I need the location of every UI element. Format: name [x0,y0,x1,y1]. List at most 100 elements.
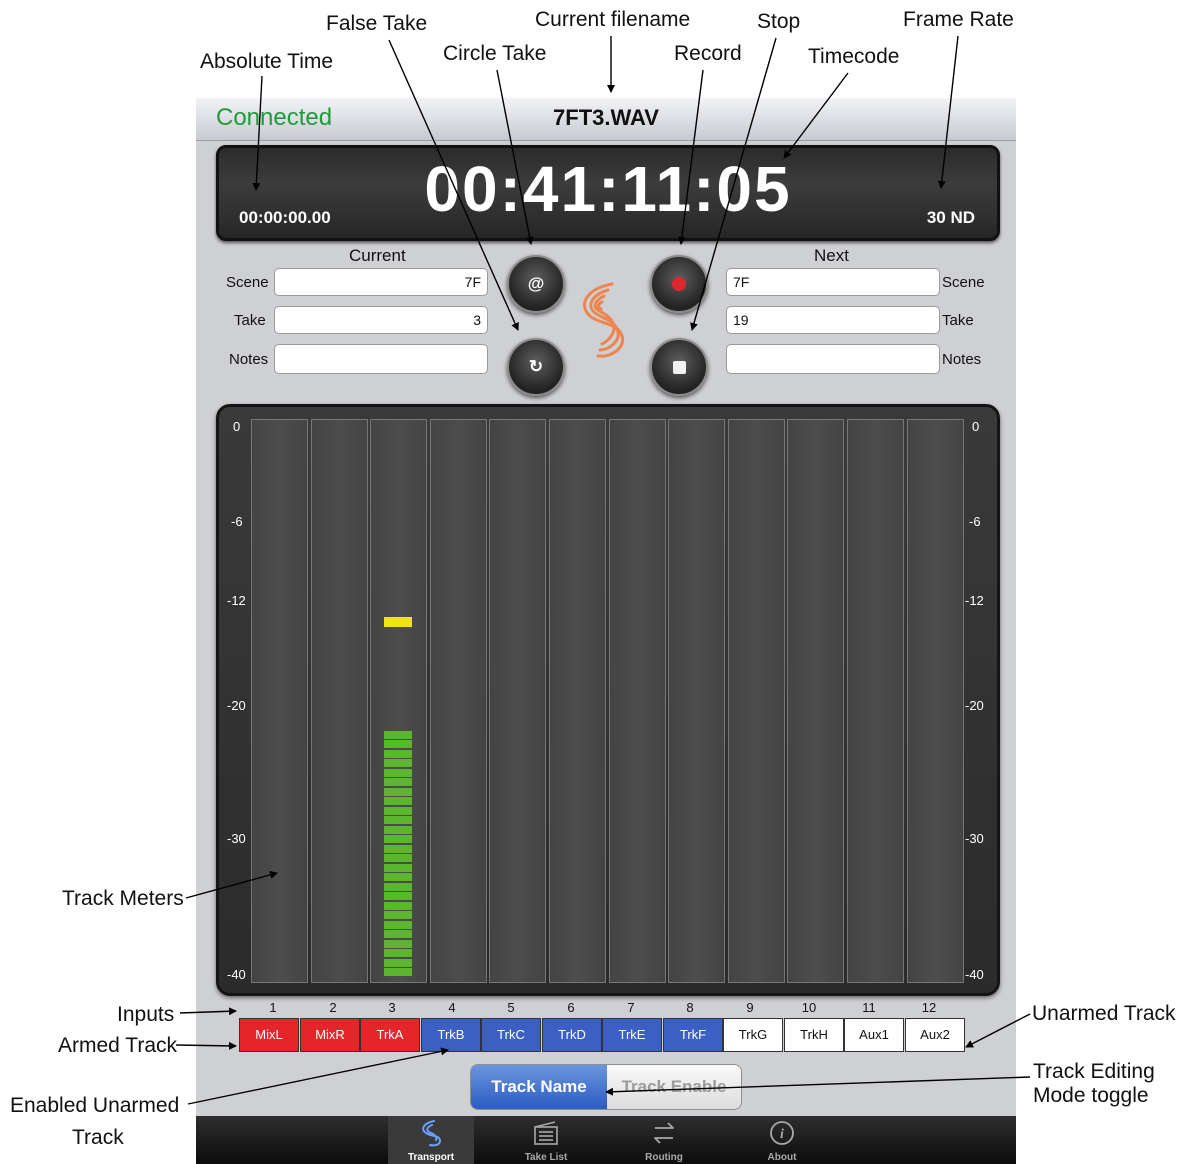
scale-right-6: -6 [969,514,981,529]
tab-transport-label: Transport [407,1152,455,1163]
false-take-button[interactable]: ↻ [507,338,565,396]
meter-level-segment [384,892,412,900]
tab-routing-label: Routing [645,1152,683,1163]
track-button-trkd[interactable]: TrkD [542,1018,602,1052]
track-meter-11 [847,419,904,983]
track-button-trka[interactable]: TrkA [360,1018,420,1052]
stop-button[interactable] [650,338,708,396]
track-name-segment[interactable]: Track Name [471,1065,607,1109]
current-take-field[interactable]: 3 [274,306,488,334]
input-number-8: 8 [686,1000,694,1015]
scale-right-40: -40 [965,967,984,982]
current-notes-label: Notes [229,351,269,368]
meter-level-segment [384,968,412,976]
callout-unarmed-track: Unarmed Track [1032,1002,1176,1025]
top-bar: Connected 7FT3.WAV [196,98,1016,141]
callout-track-meters: Track Meters [62,887,184,910]
track-button-trkh[interactable]: TrkH [784,1018,844,1052]
callout-absolute-time: Absolute Time [200,50,334,73]
next-take-field[interactable]: 19 [726,306,940,334]
record-button[interactable] [650,255,708,313]
scale-left-20: -20 [227,698,246,713]
callout-false-take: False Take [326,12,428,35]
input-number-5: 5 [507,1000,515,1015]
next-scene-field[interactable]: 7F [726,268,940,296]
scale-left-40: -40 [227,967,246,982]
circle-take-icon: @ [527,274,545,293]
track-button-mixl[interactable]: MixL [239,1018,299,1052]
track-enable-segment[interactable]: Track Enable [607,1065,741,1109]
track-button-aux2[interactable]: Aux2 [905,1018,965,1052]
meter-level-segment [384,920,412,929]
meter-level-segment [384,939,412,948]
meter-level-segment [384,730,412,739]
track-editing-mode-toggle[interactable]: Track Name Track Enable [470,1064,742,1110]
current-scene-label: Scene [226,274,269,291]
track-meter-4 [430,419,487,983]
next-take-label: Take [942,312,974,329]
routing-icon [654,1122,674,1144]
track-button-trkc[interactable]: TrkC [481,1018,541,1052]
track-meter-9 [728,419,785,983]
current-notes-field[interactable] [274,344,488,374]
next-notes-label: Notes [942,351,982,368]
meter-level-segment [384,825,412,834]
input-number-10: 10 [801,1000,817,1015]
callout-track-editing-2: Mode toggle [1033,1084,1149,1107]
false-take-icon: ↻ [528,357,544,376]
current-heading: Current [349,246,406,265]
input-number-1: 1 [269,1000,277,1015]
track-meter-5 [489,419,546,983]
tab-bar: Transport Take List Routing i About [196,1116,1016,1164]
next-scene-label: Scene [942,274,985,291]
track-button-trkg[interactable]: TrkG [723,1018,783,1052]
tab-about[interactable]: i About [739,1116,825,1164]
input-number-4: 4 [448,1000,456,1015]
stop-icon [672,360,686,374]
tab-about-label: About [767,1152,797,1163]
tab-take-list[interactable]: Take List [503,1116,589,1164]
scale-left-30: -30 [227,831,246,846]
meter-level-segment [384,835,412,843]
meter-level-segment [384,882,412,891]
meter-level-segment [384,816,412,824]
track-meter-2 [311,419,368,983]
current-take-label: Take [234,312,266,329]
track-button-trke[interactable]: TrkE [602,1018,662,1052]
callout-record: Record [674,42,742,65]
track-meter-1 [251,419,308,983]
callout-enabled-unarmed-1: Enabled Unarmed [10,1094,180,1117]
track-meter-7 [609,419,666,983]
timecode-display: 00:41:11:05 [424,153,792,225]
take-list-icon [534,1121,558,1145]
meter-level-segment [384,844,412,853]
track-button-trkb[interactable]: TrkB [421,1018,481,1052]
meter-level-segment [384,768,412,777]
tab-routing[interactable]: Routing [621,1116,707,1164]
callout-current-filename: Current filename [535,8,691,31]
track-meter-12 [907,419,964,983]
meter-level-segment [384,901,412,910]
track-button-aux1[interactable]: Aux1 [844,1018,904,1052]
callout-track-editing-1: Track Editing [1033,1060,1155,1083]
next-notes-field[interactable] [726,344,940,374]
meter-level-segment [384,930,412,938]
callout-armed-track: Armed Track [58,1034,178,1057]
meter-level-segment [384,958,412,967]
track-button-trkf[interactable]: TrkF [663,1018,723,1052]
track-meter-6 [549,419,606,983]
track-meter-3 [370,419,427,983]
input-number-3: 3 [388,1000,396,1015]
meter-level-segment [384,740,412,748]
circle-take-button[interactable]: @ [507,255,565,313]
input-number-7: 7 [627,1000,635,1015]
tab-transport[interactable]: Transport [388,1116,474,1164]
frame-rate: 30 ND [926,208,975,227]
track-button-mixr[interactable]: MixR [300,1018,360,1052]
meter-level-segment [384,749,412,758]
callout-circle-take: Circle Take [443,42,547,65]
current-scene-field[interactable]: 7F [274,268,488,296]
timecode-panel: 00:00:00.00 00:41:11:05 30 ND [216,145,1000,241]
svg-text:i: i [780,1127,784,1142]
scale-left-6: -6 [231,514,243,529]
